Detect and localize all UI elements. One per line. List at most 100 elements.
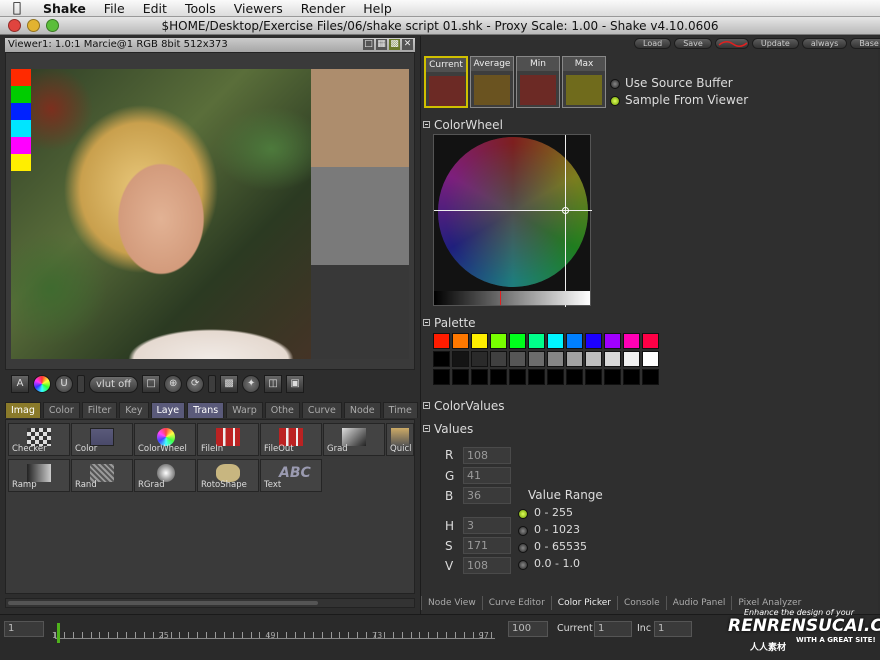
tool-tab-othe[interactable]: Othe — [264, 402, 300, 418]
palette-swatch[interactable] — [585, 351, 602, 367]
collapse-icon[interactable] — [423, 425, 430, 432]
tool-tab-imag[interactable]: Imag — [5, 402, 41, 418]
palette-swatch[interactable] — [471, 333, 488, 349]
palette-swatch[interactable] — [528, 369, 545, 385]
tool-tab-key[interactable]: Key — [119, 402, 149, 418]
viewer-image[interactable] — [11, 69, 311, 359]
palette-swatch[interactable] — [566, 333, 583, 349]
current-frame-field[interactable]: 1 — [594, 621, 632, 637]
load-button[interactable]: Load — [634, 38, 672, 49]
tool-color-button[interactable]: Color — [71, 423, 133, 456]
palette-swatch[interactable] — [490, 369, 507, 385]
palette-swatch[interactable] — [642, 369, 659, 385]
fit-icon[interactable]: ⊕ — [164, 375, 183, 393]
palette-swatch[interactable] — [623, 351, 640, 367]
tool-tab-filter[interactable]: Filter — [81, 402, 118, 418]
v-value-field[interactable]: 108 — [463, 557, 511, 574]
range-65535-radio[interactable] — [518, 543, 528, 553]
tool-tab-trans[interactable]: Trans — [187, 402, 225, 418]
colorvalues-section-header[interactable]: ColorValues — [423, 399, 655, 413]
palette-swatch[interactable] — [642, 333, 659, 349]
values-section-header[interactable]: Values — [423, 422, 655, 436]
palette-swatch[interactable] — [509, 351, 526, 367]
palette-swatch[interactable] — [604, 369, 621, 385]
tool-rgrad-button[interactable]: RGrad — [134, 459, 196, 492]
vlut-toggle-icon[interactable] — [77, 375, 85, 393]
tab-color-picker[interactable]: Color Picker — [550, 596, 617, 610]
curve-icon[interactable] — [714, 38, 749, 49]
update-button[interactable]: Update — [751, 38, 799, 49]
script-icon[interactable]: ◫ — [264, 375, 283, 393]
palette-swatch[interactable] — [433, 369, 450, 385]
update-icon[interactable]: U — [55, 375, 73, 393]
palette-swatch[interactable] — [509, 333, 526, 349]
tool-scrollbar[interactable] — [5, 598, 415, 608]
flip-icon[interactable]: ⟳ — [186, 375, 205, 393]
collapse-icon[interactable] — [423, 402, 430, 409]
render-icon[interactable]: ▣ — [286, 375, 305, 393]
palette-swatch[interactable] — [604, 333, 621, 349]
palette-swatch[interactable] — [452, 369, 469, 385]
tool-text-button[interactable]: ABC Text — [260, 459, 322, 492]
palette-swatch[interactable] — [585, 333, 602, 349]
tool-filein-button[interactable]: FileIn — [197, 423, 259, 456]
palette-swatch[interactable] — [509, 369, 526, 385]
palette-swatch[interactable] — [452, 351, 469, 367]
minimize-window-button[interactable] — [27, 19, 40, 32]
flare-icon[interactable]: ✦ — [242, 375, 261, 393]
tool-tab-color[interactable]: Color — [42, 402, 80, 418]
use-source-buffer-radio[interactable] — [610, 79, 620, 89]
tab-curve-editor[interactable]: Curve Editor — [481, 596, 551, 610]
min-color-box[interactable]: Min — [516, 56, 560, 108]
palette-swatch[interactable] — [528, 351, 545, 367]
color-channel-icon[interactable] — [33, 375, 51, 393]
increment-field[interactable]: 1 — [654, 621, 692, 637]
tool-ramp-button[interactable]: Ramp — [8, 459, 70, 492]
palette-swatch[interactable] — [547, 333, 564, 349]
collapse-icon[interactable] — [423, 121, 430, 128]
range-float-radio[interactable] — [518, 560, 528, 570]
sample-from-viewer-radio[interactable] — [610, 96, 620, 106]
max-color-box[interactable]: Max — [562, 56, 606, 108]
vlut-button[interactable]: vlut off — [89, 375, 139, 393]
viewer-layout-icon[interactable]: ▩ — [389, 39, 400, 50]
tool-quicl-button[interactable]: Quicl — [386, 423, 414, 456]
menu-file[interactable]: File — [95, 1, 134, 16]
tool-colorwheel-button[interactable]: ColorWheel — [134, 423, 196, 456]
time-ruler[interactable]: 1 25 49 73 97 — [52, 621, 495, 643]
base-button[interactable]: Base — [850, 38, 880, 49]
palette-swatch[interactable] — [566, 351, 583, 367]
tab-console[interactable]: Console — [616, 596, 666, 610]
tool-rotoshape-button[interactable]: RotoShape — [197, 459, 259, 492]
average-color-box[interactable]: Average — [470, 56, 514, 108]
apple-icon[interactable]:  — [0, 0, 34, 16]
zoom-window-button[interactable] — [46, 19, 59, 32]
g-value-field[interactable]: 41 — [463, 467, 511, 484]
proxy-toggle-icon[interactable] — [208, 375, 217, 393]
palette-swatch[interactable] — [471, 369, 488, 385]
viewer-grid-icon[interactable]: ▦ — [376, 39, 387, 50]
tool-tab-curve[interactable]: Curve — [301, 402, 342, 418]
viewer-canvas[interactable] — [5, 52, 415, 370]
menu-shake[interactable]: Shake — [34, 1, 95, 16]
menu-help[interactable]: Help — [354, 1, 401, 16]
current-color-box[interactable]: Current — [424, 56, 468, 108]
palette-swatch[interactable] — [547, 351, 564, 367]
wheel-picker-cursor[interactable] — [562, 207, 569, 214]
h-value-field[interactable]: 3 — [463, 517, 511, 534]
value-ramp-marker[interactable] — [500, 291, 501, 305]
tool-tab-node[interactable]: Node — [343, 402, 381, 418]
tool-grad-button[interactable]: Grad — [323, 423, 385, 456]
tool-tab-time[interactable]: Time — [382, 402, 418, 418]
tool-fileout-button[interactable]: FileOut — [260, 423, 322, 456]
palette-swatch[interactable] — [585, 369, 602, 385]
viewer-float-icon[interactable]: □ — [363, 39, 374, 50]
menu-render[interactable]: Render — [292, 1, 355, 16]
r-value-field[interactable]: 108 — [463, 447, 511, 464]
value-ramp[interactable] — [434, 291, 590, 305]
palette-section-header[interactable]: Palette — [423, 316, 655, 330]
range-255-radio[interactable] — [518, 509, 528, 519]
palette-swatch[interactable] — [623, 333, 640, 349]
palette-swatch[interactable] — [566, 369, 583, 385]
s-value-field[interactable]: 171 — [463, 537, 511, 554]
